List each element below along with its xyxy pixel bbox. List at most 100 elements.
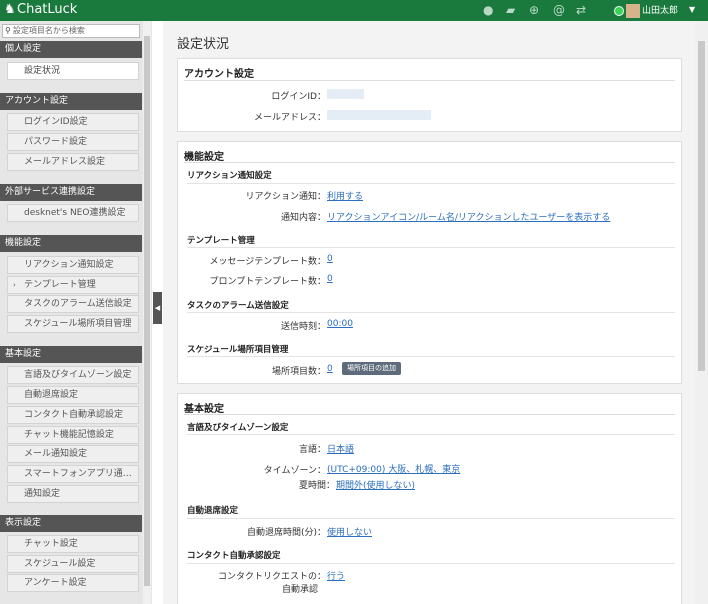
- location-count-link[interactable]: 0: [327, 364, 333, 374]
- sidebar-item-email[interactable]: メールアドレス設定: [7, 153, 139, 171]
- sidebar-item-mail-notify[interactable]: メール通知設定: [7, 445, 139, 463]
- send-time-link[interactable]: 00:00: [327, 319, 353, 329]
- sidebar-section-features: 機能設定: [0, 235, 142, 252]
- message-template-link[interactable]: 0: [327, 254, 333, 264]
- collapse-sidebar-button[interactable]: ◀: [153, 292, 162, 324]
- sidebar-item-language[interactable]: 言語及びタイムゾーン設定: [7, 366, 139, 384]
- chevron-down-icon[interactable]: ▼: [689, 5, 695, 14]
- sidebar-item-chat[interactable]: チャット設定: [7, 535, 139, 553]
- user-menu[interactable]: 山田太郎: [614, 3, 678, 18]
- dst-link[interactable]: 期間外(使用しない): [336, 478, 415, 491]
- sidebar-item-away[interactable]: 自動退席設定: [7, 386, 139, 404]
- online-status-icon: [614, 5, 624, 16]
- chat-icon[interactable]: ▰: [506, 3, 515, 17]
- sidebar-item-label: テンプレート管理: [24, 280, 96, 290]
- card-title: 基本設定: [184, 404, 224, 415]
- login-id-label: ログインID：: [271, 92, 326, 102]
- main-scrollbar-thumb[interactable]: [698, 41, 705, 371]
- sidebar-scrollbar[interactable]: [143, 21, 151, 604]
- away-time-link[interactable]: 使用しない: [327, 525, 372, 538]
- divider: [187, 518, 675, 519]
- sidebar-section-account: アカウント設定: [0, 93, 142, 110]
- app-logo[interactable]: ♞ChatLuck: [4, 2, 77, 17]
- timezone-label: タイムゾーン：: [263, 466, 326, 476]
- dst-label: 夏時間：: [298, 481, 335, 491]
- divider: [184, 414, 675, 415]
- card-title: 機能設定: [184, 152, 224, 163]
- sidebar-item-notify[interactable]: 通知設定: [7, 485, 139, 503]
- search-icon: ⚲: [5, 26, 11, 35]
- divider: [187, 434, 675, 435]
- email-label: メールアドレス：: [253, 113, 326, 123]
- contact-approve-label: コンタクトリクエストの：: [217, 572, 326, 582]
- sidebar-item-schedule[interactable]: スケジュール設定: [7, 555, 139, 573]
- contact-approve-label-line2: 自動承認: [281, 585, 318, 595]
- sidebar-item-status[interactable]: 設定状況: [7, 62, 139, 80]
- timezone-link[interactable]: (UTC+09:00) 大阪、札幌、東京: [327, 462, 460, 475]
- sidebar-scrollbar-thumb[interactable]: [144, 36, 150, 586]
- login-id-value-masked: [327, 89, 364, 99]
- basic-settings-card: 基本設定 言語及びタイムゾーン設定 言語： 日本語 タイムゾーン： (UTC+0…: [177, 393, 682, 604]
- prompt-template-link[interactable]: 0: [327, 274, 333, 284]
- language-link[interactable]: 日本語: [327, 442, 354, 455]
- sidebar-item-neo[interactable]: desknet's NEO連携設定: [7, 204, 139, 222]
- account-settings-card: アカウント設定 ログインID： メールアドレス：: [177, 58, 682, 132]
- send-time-label: 送信時刻：: [280, 322, 326, 332]
- section-title: コンタクト自動承認設定: [187, 551, 281, 561]
- divider: [187, 183, 675, 184]
- chevron-right-icon: ›: [13, 281, 16, 289]
- section-title: スケジュール場所項目管理: [187, 345, 289, 355]
- contact-approve-link[interactable]: 行う: [327, 569, 345, 582]
- main-content: 設定状況 アカウント設定 ログインID： メールアドレス： 機能設定 リアクショ…: [163, 21, 695, 604]
- reaction-notify-link[interactable]: 利用する: [327, 189, 363, 202]
- message-template-label: メッセージテンプレート数：: [209, 257, 326, 267]
- sidebar-section-external: 外部サービス連携設定: [0, 184, 142, 201]
- reaction-notify-label: リアクション通知：: [245, 192, 326, 202]
- location-count-label: 場所項目数：: [271, 367, 326, 377]
- feature-settings-card: 機能設定 リアクション通知設定 リアクション通知： 利用する 通知内容： リアク…: [177, 141, 682, 384]
- sidebar-item-survey[interactable]: アンケート設定: [7, 574, 139, 592]
- card-title: アカウント設定: [184, 69, 254, 80]
- email-value-masked: [327, 110, 431, 120]
- sidebar-section-basic: 基本設定: [0, 346, 142, 363]
- add-location-button[interactable]: 場所項目の追加: [342, 362, 401, 375]
- sidebar-item-chat-memory[interactable]: チャット機能記憶設定: [7, 426, 139, 444]
- divider: [187, 312, 675, 313]
- logo-mark-icon: ♞: [4, 2, 16, 17]
- sidebar-item-contact[interactable]: コンタクト自動承認設定: [7, 406, 139, 424]
- chevron-left-icon: ◀: [154, 304, 161, 312]
- language-label: 言語：: [298, 445, 326, 455]
- sidebar-item-alarm[interactable]: タスクのアラーム送信設定: [7, 295, 139, 313]
- search-placeholder: 設定項目名から検索: [12, 26, 85, 35]
- away-time-label: 自動退席時間(分)：: [246, 528, 326, 538]
- prompt-template-label: プロンプトテンプレート数：: [209, 277, 326, 287]
- sidebar-item-reaction[interactable]: リアクション通知設定: [7, 256, 139, 274]
- app-name: ChatLuck: [17, 2, 78, 17]
- divider: [187, 356, 675, 357]
- section-title: タスクのアラーム送信設定: [187, 301, 289, 311]
- sidebar: ⚲ 設定項目名から検索 個人設定 設定状況 アカウント設定 ログインID設定 パス…: [0, 21, 152, 604]
- globe-icon[interactable]: ⊕: [529, 3, 539, 17]
- sidebar-item-login-id[interactable]: ログインID設定: [7, 113, 139, 131]
- top-bar: ♞ChatLuck ● ▰ ⊕ @ ⇄ 山田太郎 ▼: [0, 0, 708, 21]
- transfer-icon[interactable]: ⇄: [576, 3, 586, 17]
- sidebar-section-display: 表示設定: [0, 515, 142, 532]
- at-icon[interactable]: @: [553, 3, 565, 17]
- sidebar-item-template[interactable]: › テンプレート管理: [7, 276, 139, 294]
- divider: [184, 80, 675, 81]
- divider: [187, 247, 675, 248]
- section-title: 言語及びタイムゾーン設定: [187, 423, 289, 433]
- sidebar-section-personal: 個人設定: [0, 41, 142, 58]
- sidebar-item-password[interactable]: パスワード設定: [7, 133, 139, 151]
- notify-content-label: 通知内容：: [280, 213, 326, 223]
- sidebar-item-location[interactable]: スケジュール場所項目管理: [7, 315, 139, 333]
- main-scrollbar[interactable]: [695, 21, 708, 604]
- person-icon[interactable]: ●: [483, 3, 493, 17]
- sidebar-item-smartphone[interactable]: スマートフォンアプリ通…: [7, 465, 139, 483]
- notify-content-link[interactable]: リアクションアイコン/ルーム名/リアクションしたユーザーを表示する: [327, 210, 610, 223]
- section-title: 自動退席設定: [187, 506, 239, 516]
- search-input[interactable]: ⚲ 設定項目名から検索: [2, 24, 140, 38]
- section-title: テンプレート管理: [187, 236, 255, 246]
- user-name: 山田太郎: [642, 6, 679, 16]
- section-title: リアクション通知設定: [187, 171, 272, 181]
